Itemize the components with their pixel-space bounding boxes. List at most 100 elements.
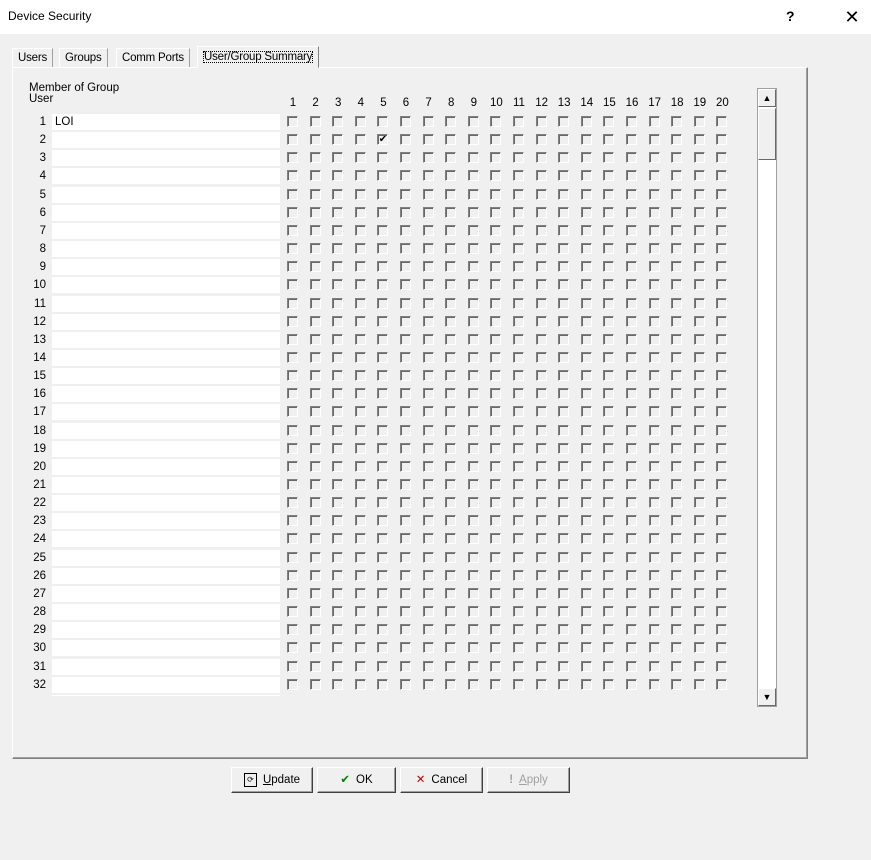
group-checkbox[interactable] — [626, 315, 637, 327]
group-checkbox[interactable] — [377, 424, 389, 436]
group-checkbox[interactable] — [693, 533, 705, 545]
group-checkbox[interactable] — [490, 660, 502, 672]
group-checkbox[interactable] — [513, 170, 524, 182]
group-checkbox[interactable] — [422, 370, 434, 382]
group-checkbox[interactable] — [332, 515, 344, 527]
group-checkbox[interactable] — [467, 243, 479, 255]
group-checkbox[interactable] — [332, 587, 344, 599]
group-checkbox[interactable] — [467, 170, 479, 182]
group-checkbox[interactable] — [354, 497, 366, 509]
group-checkbox[interactable] — [445, 406, 457, 418]
group-checkbox[interactable] — [354, 188, 366, 200]
group-checkbox[interactable] — [580, 678, 592, 690]
group-checkbox[interactable] — [603, 569, 615, 581]
group-checkbox[interactable] — [603, 206, 615, 218]
group-checkbox[interactable] — [354, 224, 366, 236]
group-checkbox[interactable] — [648, 479, 660, 490]
group-checkbox[interactable] — [558, 533, 570, 545]
group-checkbox[interactable] — [716, 243, 728, 255]
group-checkbox[interactable] — [603, 351, 615, 363]
group-checkbox[interactable] — [693, 188, 705, 200]
group-checkbox[interactable] — [580, 424, 592, 436]
user-name-field[interactable] — [52, 186, 280, 203]
user-name-field[interactable] — [52, 422, 280, 439]
group-checkbox[interactable] — [467, 660, 479, 672]
group-checkbox[interactable] — [422, 642, 434, 654]
group-checkbox[interactable] — [490, 388, 502, 400]
user-name-field[interactable] — [52, 676, 280, 693]
group-checkbox[interactable] — [648, 243, 660, 255]
group-checkbox[interactable] — [558, 406, 570, 418]
group-checkbox[interactable] — [332, 497, 344, 509]
group-checkbox[interactable] — [332, 569, 344, 581]
group-checkbox[interactable] — [558, 370, 570, 382]
group-checkbox[interactable] — [400, 224, 411, 236]
group-checkbox[interactable] — [693, 116, 705, 127]
group-checkbox[interactable] — [445, 351, 457, 363]
group-checkbox[interactable] — [354, 442, 366, 454]
group-checkbox[interactable] — [309, 424, 321, 436]
group-checkbox[interactable] — [332, 206, 344, 218]
group-checkbox[interactable] — [377, 333, 389, 345]
group-checkbox[interactable] — [648, 206, 660, 218]
group-checkbox[interactable] — [513, 515, 524, 527]
group-checkbox[interactable] — [603, 551, 615, 563]
group-checkbox[interactable] — [580, 134, 592, 146]
group-checkbox[interactable] — [535, 351, 547, 363]
group-checkbox[interactable] — [693, 206, 705, 218]
group-checkbox[interactable] — [332, 388, 344, 400]
group-checkbox[interactable] — [287, 479, 298, 490]
group-checkbox[interactable] — [400, 624, 411, 636]
group-checkbox[interactable] — [400, 551, 411, 563]
group-checkbox[interactable] — [603, 388, 615, 400]
group-checkbox[interactable] — [400, 170, 411, 182]
group-checkbox[interactable] — [558, 460, 570, 472]
group-checkbox[interactable] — [377, 152, 389, 164]
group-checkbox[interactable] — [467, 388, 479, 400]
group-checkbox[interactable] — [287, 134, 298, 146]
group-checkbox[interactable] — [535, 569, 547, 581]
group-checkbox[interactable] — [648, 370, 660, 382]
group-checkbox[interactable] — [671, 442, 683, 454]
group-checkbox[interactable] — [377, 279, 389, 291]
group-checkbox[interactable] — [648, 224, 660, 236]
group-checkbox[interactable] — [400, 569, 411, 581]
group-checkbox[interactable] — [332, 624, 344, 636]
group-checkbox[interactable] — [603, 678, 615, 690]
group-checkbox[interactable] — [603, 624, 615, 636]
group-checkbox[interactable] — [558, 515, 570, 527]
group-checkbox[interactable] — [648, 587, 660, 599]
group-checkbox[interactable] — [377, 261, 389, 273]
group-checkbox[interactable] — [422, 533, 434, 545]
group-checkbox[interactable] — [513, 224, 524, 236]
user-name-field[interactable] — [52, 331, 280, 348]
group-checkbox[interactable] — [422, 279, 434, 291]
group-checkbox[interactable] — [354, 243, 366, 255]
group-checkbox[interactable] — [445, 134, 457, 146]
group-checkbox[interactable] — [626, 134, 637, 146]
group-checkbox[interactable] — [626, 497, 637, 509]
group-checkbox[interactable] — [354, 479, 366, 490]
group-checkbox[interactable] — [287, 515, 298, 527]
group-checkbox[interactable] — [693, 678, 705, 690]
group-checkbox[interactable] — [671, 660, 683, 672]
group-checkbox[interactable] — [287, 660, 298, 672]
group-checkbox[interactable] — [716, 551, 728, 563]
group-checkbox[interactable] — [603, 333, 615, 345]
group-checkbox[interactable] — [580, 279, 592, 291]
user-name-field[interactable] — [52, 477, 280, 493]
group-checkbox[interactable] — [354, 515, 366, 527]
group-checkbox[interactable] — [287, 460, 298, 472]
group-checkbox[interactable] — [626, 515, 637, 527]
group-checkbox[interactable] — [490, 134, 502, 146]
group-checkbox[interactable] — [626, 351, 637, 363]
group-checkbox[interactable] — [626, 243, 637, 255]
group-checkbox[interactable] — [445, 442, 457, 454]
group-checkbox[interactable] — [671, 587, 683, 599]
group-checkbox[interactable] — [671, 351, 683, 363]
group-checkbox[interactable] — [354, 297, 366, 309]
group-checkbox[interactable] — [377, 243, 389, 255]
group-checkbox[interactable] — [287, 406, 298, 418]
group-checkbox[interactable] — [716, 533, 728, 545]
group-checkbox[interactable] — [490, 170, 502, 182]
